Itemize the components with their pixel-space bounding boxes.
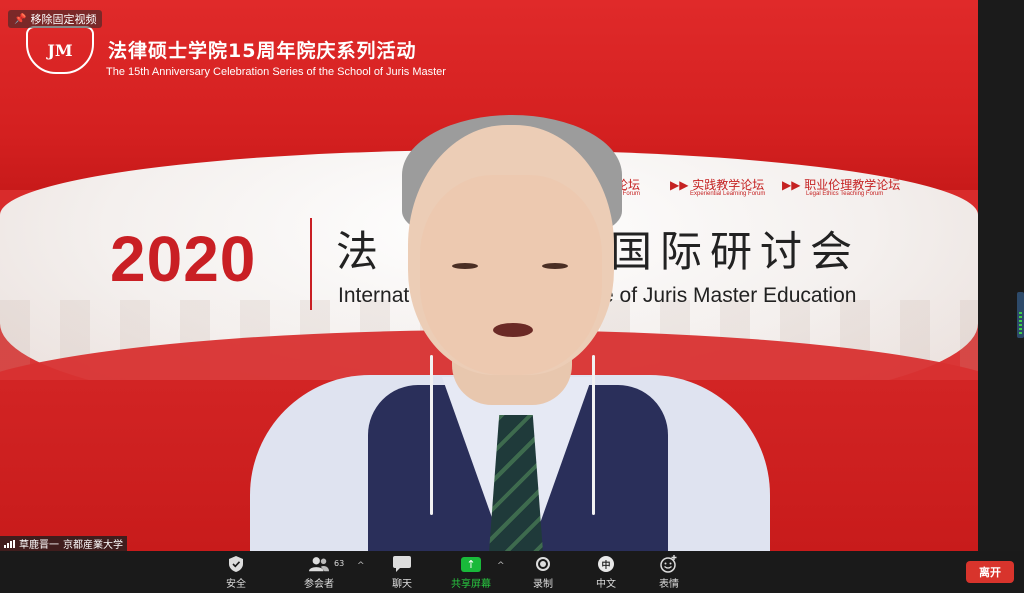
speaker-eye-left: [452, 263, 478, 269]
shield-icon: [226, 555, 246, 573]
slide-title-en: The 15th Anniversary Celebration Series …: [106, 66, 446, 78]
chat-label: 聊天: [392, 579, 412, 590]
participant-name-tag: 草鹿晋一 京都産業大学: [0, 536, 127, 551]
leave-meeting-button[interactable]: 离开: [966, 561, 1014, 583]
earphone-cable-right: [592, 355, 595, 515]
record-label: 录制: [533, 579, 553, 590]
people-icon: [309, 555, 329, 573]
participant-count: 63: [334, 559, 345, 568]
chat-bubble-icon: [392, 555, 412, 573]
share-screen-label: 共享屏幕: [451, 579, 491, 590]
participants-caret-icon[interactable]: ^: [357, 561, 365, 571]
share-caret-icon[interactable]: ^: [497, 561, 505, 571]
unpin-video-button[interactable]: 📌 移除固定视频: [8, 10, 103, 28]
language-icon: 中: [596, 555, 616, 573]
speaker-eye-right: [542, 263, 568, 269]
security-button[interactable]: 安全: [206, 555, 266, 590]
record-icon: [533, 555, 553, 573]
participants-label: 参会者: [304, 579, 334, 590]
unpin-label: 移除固定视频: [30, 13, 97, 26]
record-button[interactable]: 录制: [513, 555, 573, 590]
language-label: 中文: [596, 579, 616, 590]
audio-level-indicator: [1017, 292, 1024, 338]
pin-icon: 📌: [14, 13, 27, 25]
language-button[interactable]: 中 中文: [576, 555, 636, 590]
logo-text: JM: [47, 40, 73, 60]
participant-org: 京都産業大学: [63, 540, 123, 551]
shared-video[interactable]: JM 法律硕士学院15周年院庆系列活动 The 15th Anniversary…: [0, 0, 978, 551]
chat-button[interactable]: 聊天: [372, 555, 432, 590]
video-stage: JM 法律硕士学院15周年院庆系列活动 The 15th Anniversary…: [0, 0, 1024, 551]
smiley-icon: [659, 555, 679, 573]
participant-name: 草鹿晋一: [19, 540, 59, 551]
share-screen-icon: ↑: [461, 555, 481, 573]
signal-strength-icon: [4, 539, 15, 548]
forum-3-en: Legal Ethics Teaching Forum: [806, 191, 884, 197]
earphone-cable-left: [430, 355, 433, 515]
share-screen-button[interactable]: ↑ 共享屏幕: [441, 555, 501, 590]
slide-title-cn: 法律硕士学院15周年院庆系列活动: [108, 40, 417, 62]
meeting-toolbar: 安全 参会者 63 ^ 聊天 ↑ 共享屏幕 ^ 录制 中 中文 表情: [0, 551, 1024, 593]
reactions-button[interactable]: 表情: [639, 555, 699, 590]
speaker-face: [420, 175, 602, 375]
speaker-mouth: [493, 323, 533, 337]
reactions-label: 表情: [659, 579, 679, 590]
security-label: 安全: [226, 579, 246, 590]
speaker: [230, 115, 790, 551]
